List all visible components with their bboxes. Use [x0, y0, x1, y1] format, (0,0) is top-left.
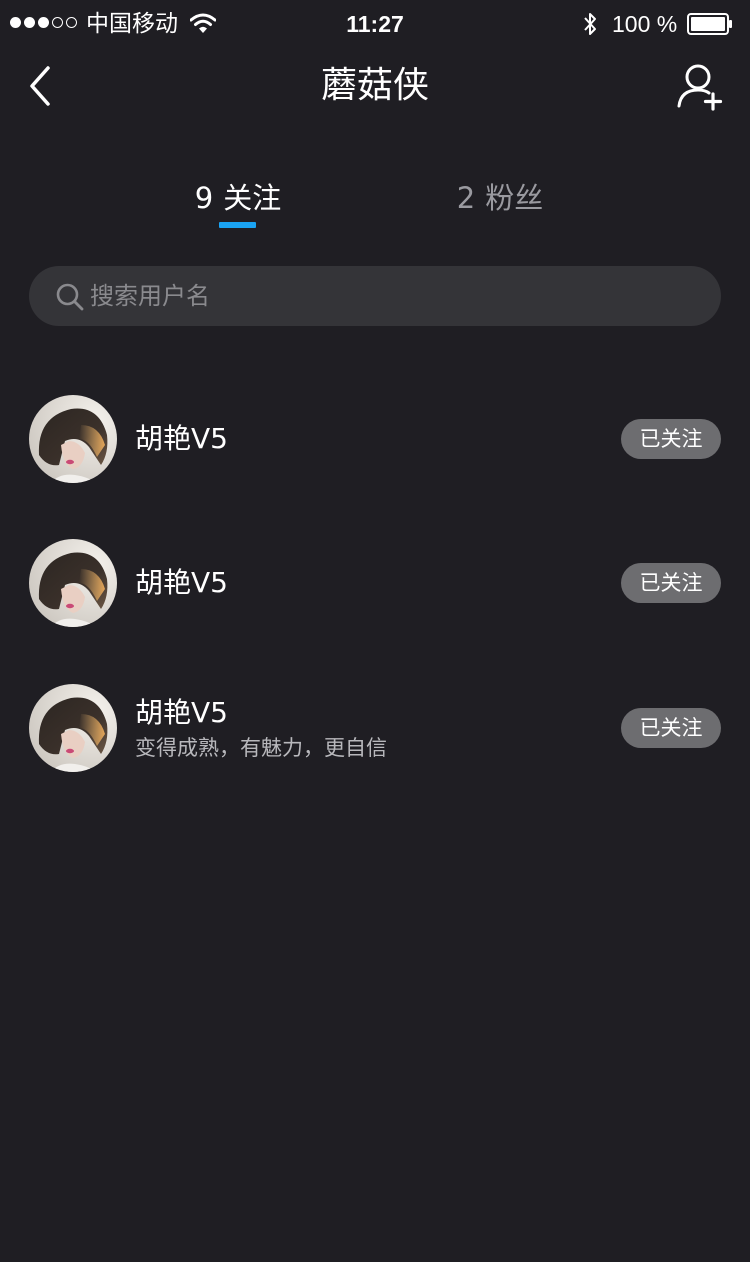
tab-following[interactable]: 9 关注 [178, 178, 298, 226]
tab-fans[interactable]: 2 粉丝 [440, 178, 560, 226]
add-user-button[interactable] [672, 60, 728, 114]
list-item[interactable]: 胡艳V5 已关注 [0, 539, 750, 635]
battery-percentage: 100 % [612, 11, 678, 37]
status-bar: 中国移动 11:27 100 % [0, 0, 750, 48]
search-input[interactable] [90, 276, 690, 316]
avatar[interactable] [29, 395, 117, 483]
fans-label: 粉丝 [485, 181, 544, 215]
add-user-icon [677, 64, 723, 111]
bluetooth-icon [584, 13, 596, 35]
user-bio: 变得成熟，有魅力，更自信 [135, 736, 387, 760]
search-bar[interactable] [29, 266, 721, 326]
search-icon [56, 283, 84, 311]
page-title: 蘑菇侠 [320, 65, 429, 106]
avatar[interactable] [29, 539, 117, 627]
following-count: 9 [194, 181, 214, 215]
active-tab-indicator [219, 222, 256, 228]
following-label: 关注 [223, 181, 282, 215]
fans-count: 2 [456, 181, 476, 215]
followed-button[interactable]: 已关注 [621, 419, 721, 459]
user-name: 胡艳V5 [135, 566, 228, 599]
followed-button[interactable]: 已关注 [621, 708, 721, 748]
battery-icon [687, 13, 732, 35]
followed-button[interactable]: 已关注 [621, 563, 721, 603]
user-name: 胡艳V5 [135, 696, 228, 729]
list-item[interactable]: 胡艳V5 已关注 [0, 395, 750, 491]
avatar[interactable] [29, 684, 117, 772]
list-item[interactable]: 胡艳V5 变得成熟，有魅力，更自信 已关注 [0, 684, 750, 780]
user-name: 胡艳V5 [135, 422, 228, 455]
